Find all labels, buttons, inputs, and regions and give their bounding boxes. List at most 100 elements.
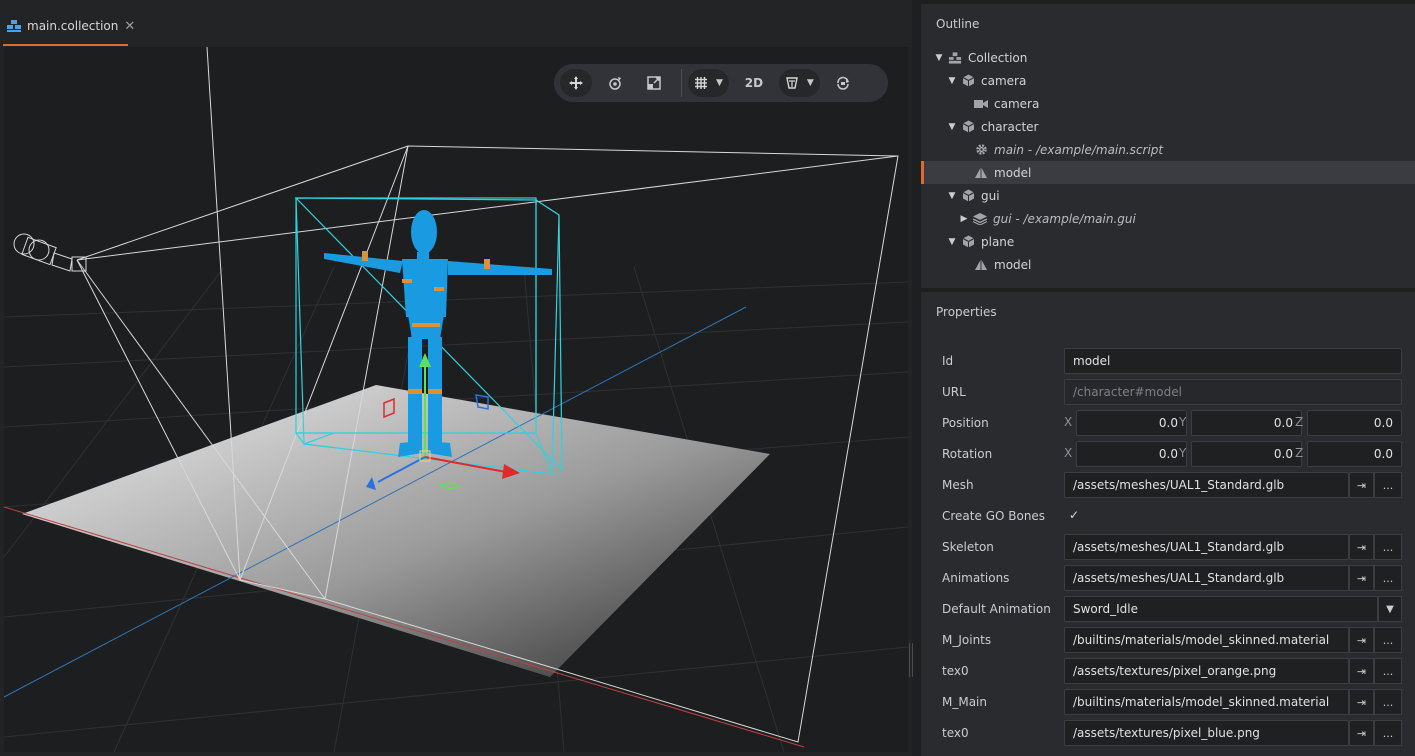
gameobject-icon [961, 120, 975, 134]
outline-item-label: gui - /example/main.gui [993, 211, 1136, 226]
model-icon [974, 166, 988, 180]
m-main-input[interactable]: /builtins/materials/model_skinned.materi… [1064, 689, 1349, 715]
viewport-toolbar: ▼ 2D ▼ [554, 64, 888, 102]
model-icon [974, 258, 988, 272]
mesh-input[interactable]: /assets/meshes/UAL1_Standard.glb [1064, 472, 1349, 498]
2d-mode-button[interactable]: 2D [736, 69, 772, 97]
mesh-label: Mesh [942, 478, 974, 492]
rotate-icon [609, 77, 621, 90]
m-joints-label: M_Joints [942, 633, 992, 647]
outline-item-collection[interactable]: ▼ Collection [921, 46, 1415, 69]
scale-icon [647, 76, 661, 90]
outline-item-main-gui[interactable]: ▶ gui - /example/main.gui [921, 207, 1415, 230]
m-main-label: M_Main [942, 695, 987, 709]
eye-filter-icon [786, 77, 798, 89]
chevron-down-icon[interactable]: ▼ [946, 122, 958, 132]
gui-icon [973, 212, 987, 226]
outline-item-character-go[interactable]: ▼ character [921, 115, 1415, 138]
chevron-down-icon[interactable]: ▼ [933, 53, 945, 63]
tab-bar: main.collection ✕ [0, 0, 912, 46]
move-tool-button[interactable] [560, 69, 592, 97]
chevron-down-icon: ▼ [716, 78, 723, 88]
gameobject-icon [961, 74, 975, 88]
m-main-open-button[interactable]: ⇥ [1349, 689, 1374, 715]
visibility-filter-dropdown[interactable]: ▼ [778, 69, 820, 97]
rotation-y-input[interactable]: 0.0 [1191, 441, 1302, 467]
outline-item-main-script[interactable]: main - /example/main.script [921, 138, 1415, 161]
rotation-x-axis-label: X [1064, 446, 1073, 460]
outline-item-label: plane [981, 234, 1015, 249]
outline-item-label: Collection [968, 50, 1028, 65]
url-field: /character#model [1064, 379, 1402, 405]
m-joints-input[interactable]: /builtins/materials/model_skinned.materi… [1064, 627, 1349, 653]
outline-item-plane-model[interactable]: model [921, 253, 1415, 276]
skeleton-open-button[interactable]: ⇥ [1349, 534, 1374, 560]
outline-item-camera-go[interactable]: ▼ camera [921, 69, 1415, 92]
tex0-joints-input[interactable]: /assets/textures/pixel_orange.png [1064, 658, 1349, 684]
rotation-z-input[interactable]: 0.0 [1307, 441, 1402, 467]
tex0-joints-browse-button[interactable]: ... [1374, 658, 1402, 684]
id-input[interactable]: model [1064, 348, 1402, 374]
outline-panel: Outline ▼ Collection ▼ camera camera ▼ c… [921, 4, 1415, 288]
tex0-main-input[interactable]: /assets/textures/pixel_blue.png [1064, 720, 1349, 746]
rotate-tool-button[interactable] [599, 69, 631, 97]
outline-item-gui-go[interactable]: ▼ gui [921, 184, 1415, 207]
position-x-input[interactable]: 0.0 [1076, 410, 1187, 436]
chevron-down-icon[interactable]: ▼ [1378, 596, 1402, 622]
outline-item-plane-go[interactable]: ▼ plane [921, 230, 1415, 253]
skeleton-browse-button[interactable]: ... [1374, 534, 1402, 560]
chevron-down-icon[interactable]: ▼ [946, 76, 958, 86]
animations-open-button[interactable]: ⇥ [1349, 565, 1374, 591]
position-label: Position [942, 416, 989, 430]
grid-toggle-dropdown[interactable]: ▼ [688, 69, 729, 97]
collection-icon [6, 19, 22, 33]
animations-label: Animations [942, 571, 1010, 585]
default-animation-select[interactable]: Sword_Idle [1064, 596, 1378, 622]
outline-item-model-selected[interactable]: model [921, 161, 1415, 184]
tab-main-collection[interactable]: main.collection ✕ [3, 8, 135, 46]
rotation-label: Rotation [942, 447, 993, 461]
outline-item-label: model [994, 165, 1032, 180]
outline-item-label: model [994, 257, 1032, 272]
close-icon[interactable]: ✕ [124, 19, 135, 34]
properties-title: Properties [936, 305, 997, 319]
m-joints-browse-button[interactable]: ... [1374, 627, 1402, 653]
outline-item-camera-component[interactable]: camera [921, 92, 1415, 115]
tex0-main-open-button[interactable]: ⇥ [1349, 720, 1374, 746]
tex0-joints-open-button[interactable]: ⇥ [1349, 658, 1374, 684]
chevron-right-icon[interactable]: ▶ [958, 214, 970, 224]
tab-label: main.collection [27, 19, 119, 33]
tex0-main-browse-button[interactable]: ... [1374, 720, 1402, 746]
collection-icon [948, 51, 962, 65]
move-icon [569, 76, 583, 90]
scene-canvas[interactable] [4, 47, 908, 752]
outline-item-label: character [981, 119, 1039, 134]
id-label: Id [942, 354, 954, 368]
ground-plane[interactable] [22, 385, 770, 677]
position-y-input[interactable]: 0.0 [1191, 410, 1302, 436]
chevron-down-icon[interactable]: ▼ [946, 191, 958, 201]
animations-input[interactable]: /assets/meshes/UAL1_Standard.glb [1064, 565, 1349, 591]
position-z-axis-label: Z [1295, 415, 1304, 429]
create-go-bones-checkbox[interactable]: ✓ [1065, 506, 1083, 524]
3d-viewport[interactable]: ▼ 2D ▼ [4, 47, 908, 752]
tex0-joints-label: tex0 [942, 664, 969, 678]
default-animation-label: Default Animation [942, 602, 1051, 616]
outline-item-label: main - /example/main.script [994, 142, 1164, 157]
animations-browse-button[interactable]: ... [1374, 565, 1402, 591]
scale-tool-button[interactable] [638, 69, 670, 97]
mesh-browse-button[interactable]: ... [1374, 472, 1402, 498]
skeleton-input[interactable]: /assets/meshes/UAL1_Standard.glb [1064, 534, 1349, 560]
realign-camera-button[interactable] [827, 69, 859, 97]
toolbar-separator [681, 69, 682, 97]
position-z-input[interactable]: 0.0 [1307, 410, 1402, 436]
camera-gizmo[interactable] [13, 233, 87, 272]
rotation-x-input[interactable]: 0.0 [1076, 441, 1187, 467]
m-main-browse-button[interactable]: ... [1374, 689, 1402, 715]
panel-splitter-handle[interactable] [909, 643, 915, 677]
gear-icon [974, 143, 988, 157]
mesh-open-button[interactable]: ⇥ [1349, 472, 1374, 498]
chevron-down-icon[interactable]: ▼ [946, 237, 958, 247]
grid-icon [695, 77, 707, 89]
m-joints-open-button[interactable]: ⇥ [1349, 627, 1374, 653]
